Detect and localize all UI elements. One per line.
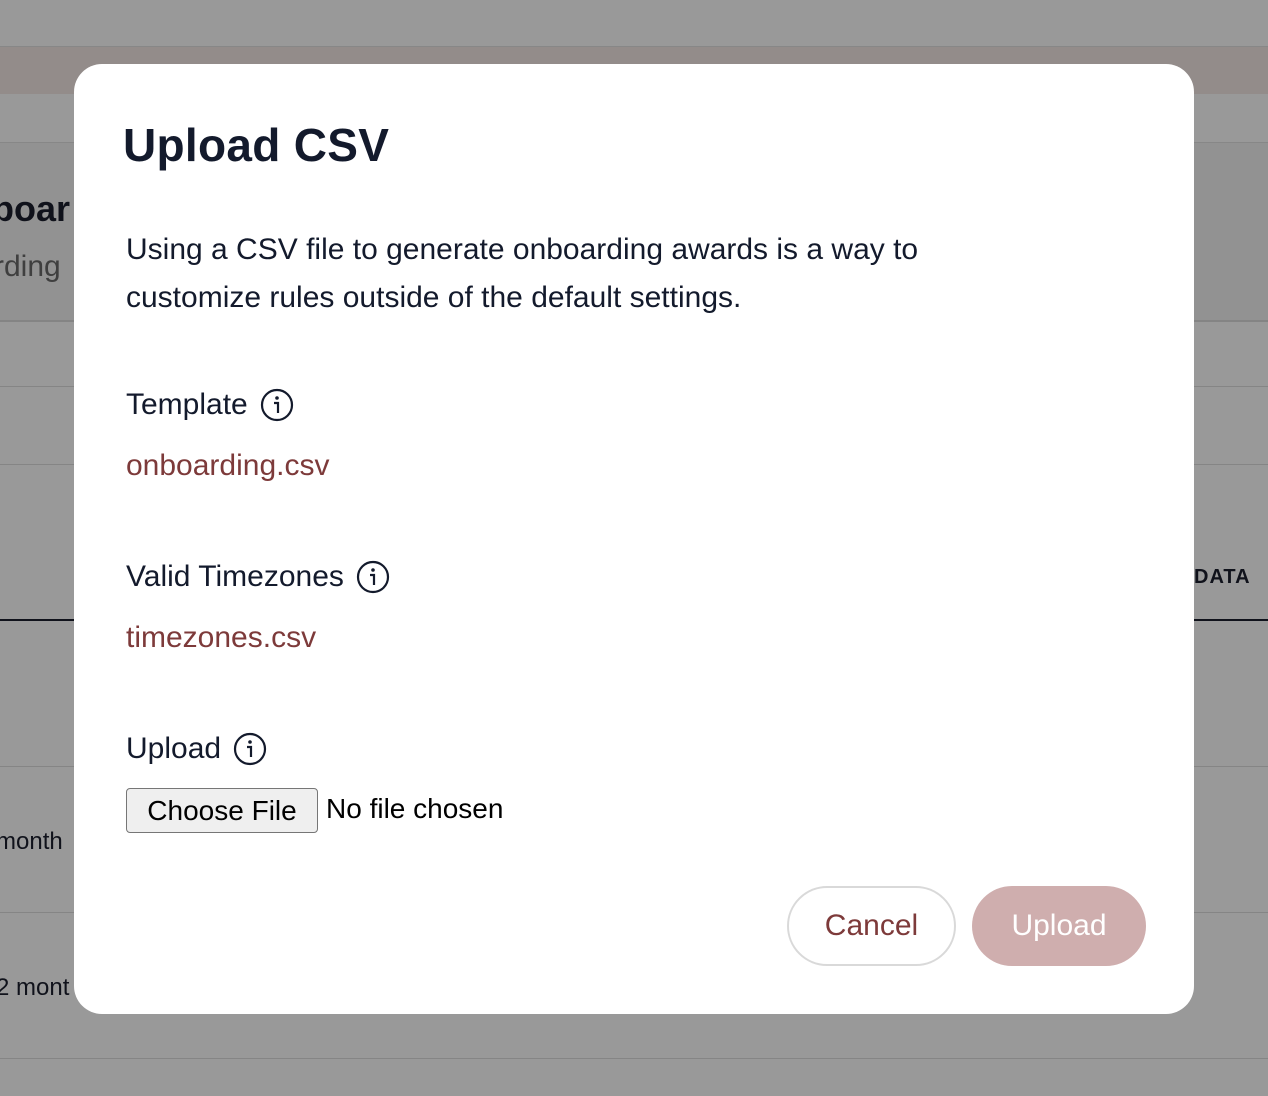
info-icon[interactable] xyxy=(260,388,294,422)
upload-button[interactable]: Upload xyxy=(972,886,1146,966)
upload-label: Upload xyxy=(126,732,267,766)
timezones-label: Valid Timezones xyxy=(126,560,390,594)
upload-label-text: Upload xyxy=(126,732,222,765)
dialog-title: Upload CSV xyxy=(123,119,390,171)
template-label-text: Template xyxy=(126,388,248,421)
info-icon[interactable] xyxy=(356,560,390,594)
template-label: Template xyxy=(126,388,294,422)
file-status: No file chosen xyxy=(326,793,504,824)
template-file-link[interactable]: onboarding.csv xyxy=(126,449,329,483)
cancel-button[interactable]: Cancel xyxy=(787,886,956,966)
choose-file-button[interactable]: Choose File xyxy=(126,788,318,833)
info-icon[interactable] xyxy=(233,732,267,766)
timezones-label-text: Valid Timezones xyxy=(126,560,344,593)
upload-csv-dialog: Upload CSV Using a CSV file to generate … xyxy=(74,64,1194,1014)
timezones-file-link[interactable]: timezones.csv xyxy=(126,621,316,655)
dialog-description: Using a CSV file to generate onboarding … xyxy=(126,233,919,314)
